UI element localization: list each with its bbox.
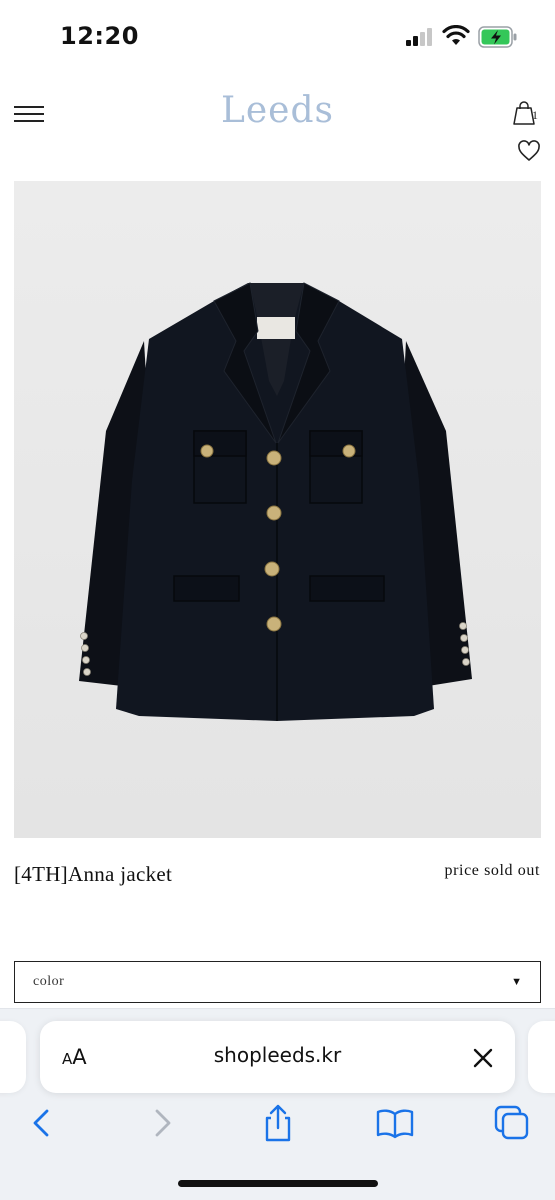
- previous-tab-preview[interactable]: [0, 1021, 26, 1093]
- site-logo[interactable]: Leeds: [0, 90, 555, 131]
- address-bar[interactable]: AA shopleeds.kr: [40, 1021, 515, 1093]
- cellular-signal-icon: [406, 28, 432, 46]
- bookmarks-icon[interactable]: [375, 1103, 415, 1143]
- share-icon[interactable]: [258, 1103, 298, 1143]
- color-select-label: color: [33, 974, 65, 989]
- next-tab-preview[interactable]: [528, 1021, 555, 1093]
- shopping-bag-icon[interactable]: [510, 100, 544, 126]
- product-name: [4TH]Anna jacket: [14, 862, 173, 886]
- color-select[interactable]: color ▼: [14, 961, 541, 1003]
- tabs-icon[interactable]: [492, 1103, 532, 1143]
- heart-wishlist-icon[interactable]: [517, 140, 541, 162]
- close-icon[interactable]: [470, 1045, 496, 1071]
- battery-charging-icon: [478, 26, 517, 48]
- site-header: Leeds 1: [0, 80, 555, 170]
- status-time: 12:20: [60, 22, 139, 50]
- home-indicator: [178, 1180, 378, 1187]
- chevron-down-icon: ▼: [511, 976, 522, 988]
- browser-toolbar: AA shopleeds.kr: [0, 1008, 555, 1200]
- forward-icon[interactable]: [142, 1103, 182, 1143]
- back-icon[interactable]: [22, 1103, 62, 1143]
- jacket-photo: [14, 181, 541, 838]
- cart-count-badge: 1: [532, 108, 538, 122]
- product-price: price sold out: [444, 862, 540, 879]
- product-image[interactable]: [14, 181, 541, 838]
- url-text: shopleeds.kr: [213, 1043, 342, 1067]
- status-bar: 12:20: [0, 0, 555, 70]
- wifi-icon: [442, 25, 470, 45]
